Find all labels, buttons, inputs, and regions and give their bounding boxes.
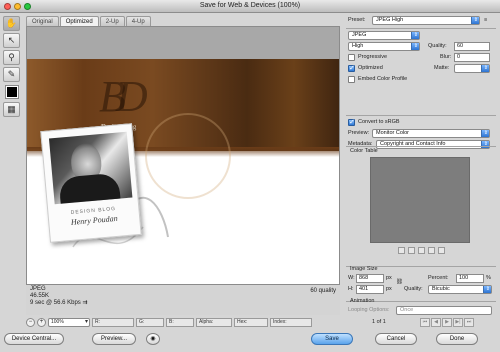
quality-note: 60 quality — [310, 288, 336, 294]
optimized-label: Optimized — [358, 65, 383, 71]
next-frame-icon[interactable]: ▶| — [453, 318, 463, 327]
file-format: JPEG — [30, 286, 46, 292]
preview-background — [27, 27, 339, 59]
preset-label: Preset: — [348, 17, 366, 23]
height-label: H: — [348, 286, 354, 292]
percent-label: Percent: — [428, 275, 449, 281]
r-readout: R: — [92, 317, 134, 327]
device-central-button[interactable]: Device Central... — [4, 333, 64, 345]
eyedropper-color-swatch[interactable] — [6, 86, 18, 98]
index-readout: Index: — [270, 317, 312, 327]
last-frame-icon[interactable]: ⏭ — [464, 318, 474, 327]
panel-menu-icon[interactable]: ≡ — [484, 16, 487, 25]
width-unit: px — [386, 275, 392, 281]
constrain-proportions-icon[interactable]: ⛓ — [396, 278, 403, 287]
embed-profile-checkbox[interactable] — [348, 76, 355, 83]
polaroid-photo: DESIGN BLOG Henry Poudan — [40, 123, 142, 243]
hand-tool-icon[interactable]: ✋ — [3, 16, 20, 31]
blur-label: Blur: — [440, 54, 452, 60]
resample-quality-select[interactable]: Bicubic — [428, 285, 492, 294]
color-table-panel: Color Table — [346, 146, 496, 262]
web-shift-icon[interactable] — [408, 247, 415, 254]
toggle-slices-icon[interactable]: ▦ — [3, 102, 20, 117]
view-tabs: Original Optimized 2-Up 4-Up — [26, 16, 152, 26]
preview-label: Preview: — [348, 130, 370, 136]
image-size-title: Image Size — [350, 266, 378, 272]
logo-mark: BD — [99, 72, 148, 121]
looping-label: Looping Options: — [348, 307, 390, 313]
previous-frame-icon[interactable]: ◀ — [431, 318, 441, 327]
eyedropper-tool-icon[interactable]: ✎ — [3, 67, 20, 82]
settings-panel: Preset: JPEG High ≡ JPEG High Quality: 6… — [346, 16, 496, 151]
animation-panel: Animation Looping Options: Once 1 of 1 ⏮… — [346, 298, 496, 329]
b-readout: B: — [166, 317, 194, 327]
title-bar: Save for Web & Devices (100%) — [0, 0, 500, 13]
play-icon[interactable]: ▶ — [442, 318, 452, 327]
lock-color-icon[interactable] — [418, 247, 425, 254]
portrait-body — [58, 172, 121, 204]
quality-input[interactable]: 60 — [454, 42, 490, 51]
optimized-checkbox[interactable] — [348, 64, 355, 72]
toolbox: ✋ ↖ ⚲ ✎ ▦ — [3, 16, 22, 119]
zoom-out-button[interactable]: − — [26, 317, 35, 327]
hex-readout: Hex: — [234, 317, 268, 327]
g-readout: G: — [136, 317, 164, 327]
image-preview[interactable]: BD Design Blog DESIGN BLOG Henry Poudan — [26, 26, 340, 285]
slice-select-tool-icon[interactable]: ↖ — [3, 33, 20, 48]
percent-unit: % — [486, 275, 491, 281]
progressive-label: Progressive — [358, 54, 388, 60]
quality-label: Quality: — [428, 43, 447, 49]
preview-select[interactable]: Monitor Color — [372, 129, 490, 138]
convert-srgb-checkbox[interactable] — [348, 118, 355, 126]
new-color-icon[interactable] — [428, 247, 435, 254]
portrait-photo — [48, 131, 133, 205]
status-bar: − + 100% R: G: B: Alpha: Hex: Index: — [26, 317, 340, 327]
format-select[interactable]: JPEG — [348, 31, 420, 40]
map-color-icon[interactable] — [398, 247, 405, 254]
width-input[interactable]: 868 — [356, 274, 384, 283]
height-unit: px — [386, 286, 392, 292]
cancel-button[interactable]: Cancel — [375, 333, 417, 345]
convert-srgb-label: Convert to sRGB — [358, 119, 400, 125]
tab-2-up[interactable]: 2-Up — [99, 16, 125, 26]
optimization-info: JPEG 46.55K 9 sec @ 56.6 Kbps ⇉ 60 quali… — [26, 285, 340, 315]
blur-input[interactable]: 0 — [454, 53, 490, 62]
color-table-title: Color Table — [350, 148, 378, 154]
zoom-tool-icon[interactable]: ⚲ — [3, 50, 20, 65]
resample-quality-label: Quality: — [404, 286, 423, 292]
tab-optimized[interactable]: Optimized — [59, 16, 99, 26]
delete-color-icon[interactable] — [438, 247, 445, 254]
progressive-checkbox[interactable] — [348, 54, 355, 61]
animation-title: Animation — [350, 298, 375, 304]
frame-counter: 1 of 1 — [372, 319, 386, 325]
width-label: W: — [348, 275, 355, 281]
looping-select[interactable]: Once — [396, 306, 492, 315]
image-size-panel: Image Size W: 868 px H: 401 px ⛓ Percent… — [346, 264, 496, 296]
file-size: 46.55K — [30, 293, 50, 299]
divider — [346, 28, 496, 29]
window-title: Save for Web & Devices (100%) — [199, 2, 301, 9]
zoom-level-select[interactable]: 100% — [48, 317, 90, 327]
tab-original[interactable]: Original — [26, 16, 59, 26]
save-button[interactable]: Save — [311, 333, 353, 345]
matte-label: Matte: — [434, 65, 450, 71]
embed-profile-label: Embed Color Profile — [358, 76, 408, 82]
browser-icon[interactable]: ◉ — [146, 333, 160, 345]
zoom-in-button[interactable]: + — [37, 317, 46, 327]
done-button[interactable]: Done — [436, 333, 478, 345]
first-frame-icon[interactable]: ⏮ — [420, 318, 430, 327]
alpha-readout: Alpha: — [196, 317, 232, 327]
dialog-footer: Device Central... Preview... ◉ Save Canc… — [0, 333, 500, 352]
percent-input[interactable]: 100 — [456, 274, 484, 283]
preset-select[interactable]: JPEG High — [372, 16, 480, 25]
quality-level-select[interactable]: High — [348, 42, 420, 51]
download-time: 9 sec @ 56.6 Kbps ⇉ — [30, 300, 88, 306]
divider — [346, 115, 496, 116]
color-table-swatches[interactable] — [370, 157, 470, 243]
preview-button[interactable]: Preview... — [92, 333, 136, 345]
matte-select[interactable] — [454, 64, 490, 73]
height-input[interactable]: 401 — [356, 285, 384, 294]
tab-4-up[interactable]: 4-Up — [125, 16, 151, 26]
download-speed-menu-icon[interactable]: ⇉ — [82, 300, 87, 306]
